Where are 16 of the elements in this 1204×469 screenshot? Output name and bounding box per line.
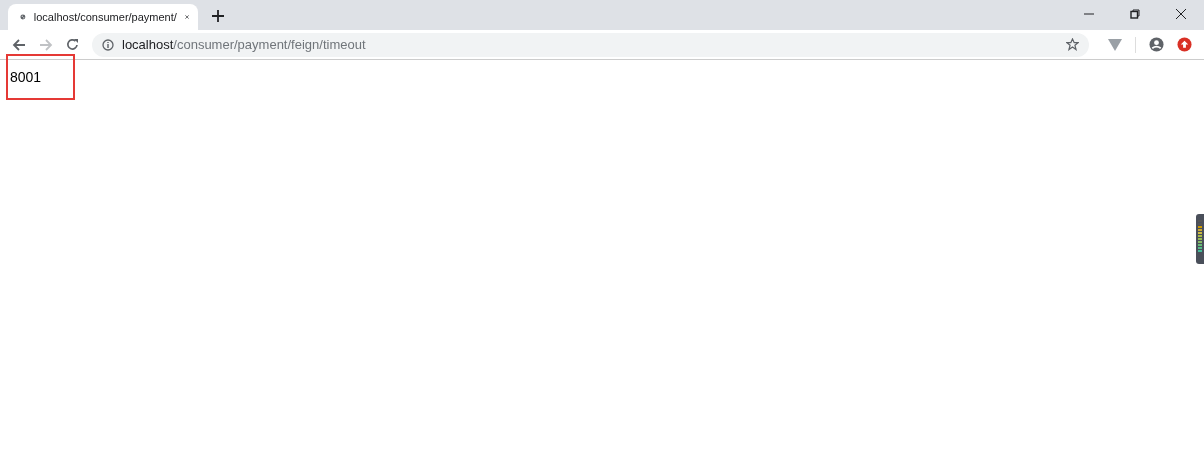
address-bar[interactable]: localhost/consumer/payment/feign/timeout xyxy=(92,32,1089,57)
browser-tab[interactable]: localhost/consumer/payment/ xyxy=(8,4,198,30)
new-tab-icon[interactable] xyxy=(212,10,224,22)
info-icon xyxy=(102,38,114,51)
close-icon[interactable] xyxy=(1176,9,1186,19)
extension-icon[interactable] xyxy=(1108,38,1122,51)
side-widget[interactable] xyxy=(1196,214,1204,264)
update-icon[interactable] xyxy=(1177,37,1192,52)
star-icon[interactable] xyxy=(1066,38,1079,51)
tab-title: localhost/consumer/payment/ xyxy=(33,11,177,23)
page-text: 8001 xyxy=(6,54,76,100)
url-text: localhost/consumer/payment/feign/timeout xyxy=(122,37,366,52)
reload-icon[interactable] xyxy=(66,38,79,51)
back-icon[interactable] xyxy=(12,38,26,51)
profile-icon[interactable] xyxy=(1149,37,1164,52)
restore-icon[interactable] xyxy=(1130,9,1140,19)
